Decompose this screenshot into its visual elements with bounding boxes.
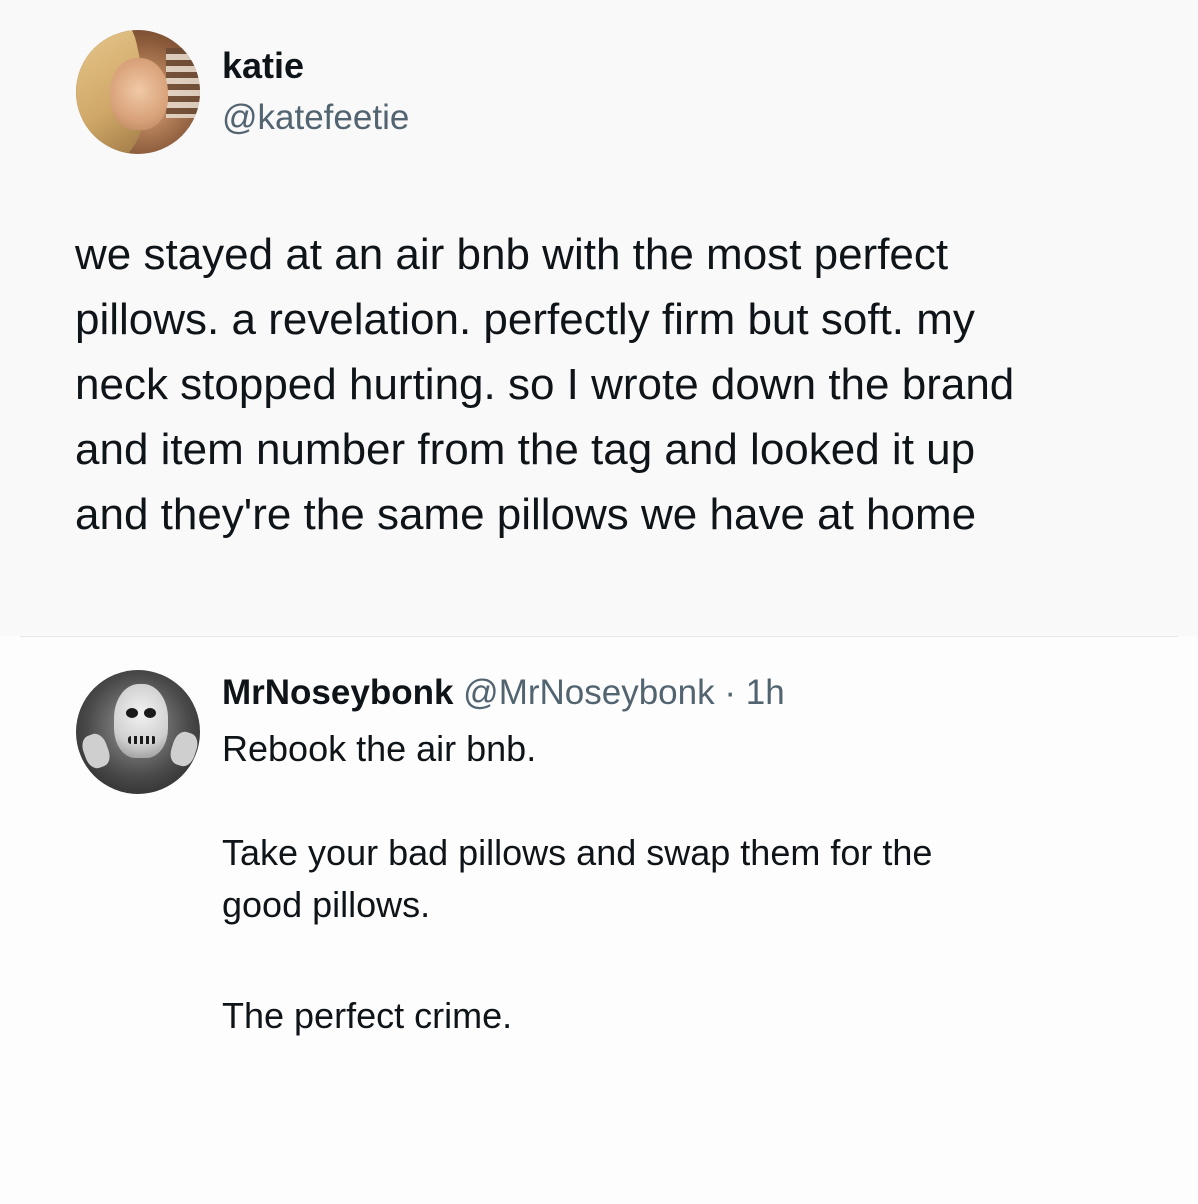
reply-paragraph: Rebook the air bnb. bbox=[222, 723, 1162, 775]
reply-text-line: Take your bad pillows and swap them for … bbox=[222, 832, 933, 873]
reply-paragraph: Take your bad pillows and swap them for … bbox=[222, 827, 1162, 931]
original-tweet: katie @katefeetie we stayed at an air bn… bbox=[0, 0, 1198, 636]
tweet-text-line: pillows. a revelation. perfectly firm bu… bbox=[75, 295, 975, 344]
author-handle[interactable]: @katefeetie bbox=[222, 96, 409, 140]
avatar-katie[interactable] bbox=[76, 30, 200, 154]
avatar-mrnoseybonk[interactable] bbox=[76, 670, 200, 794]
reply-timestamp[interactable]: 1h bbox=[746, 673, 785, 712]
tweet-text-line: neck stopped hurting. so I wrote down th… bbox=[75, 360, 1015, 409]
tweet-text-line: we stayed at an air bnb with the most pe… bbox=[75, 230, 949, 279]
reply-text-line: Rebook the air bnb. bbox=[222, 728, 537, 769]
reply-paragraph: The perfect crime. bbox=[222, 990, 1162, 1042]
tweet-text-line: and they're the same pillows we have at … bbox=[75, 490, 977, 539]
reply-header: MrNoseybonk @MrNoseybonk · 1h bbox=[222, 671, 785, 715]
reply-text-line: good pillows. bbox=[222, 884, 431, 925]
reply-text-line: The perfect crime. bbox=[222, 995, 513, 1036]
tweet-text: we stayed at an air bnb with the most pe… bbox=[75, 222, 1165, 547]
author-display-name[interactable]: katie bbox=[222, 44, 304, 88]
meta-separator: · bbox=[724, 673, 737, 712]
reply-display-name[interactable]: MrNoseybonk bbox=[222, 673, 453, 712]
reply-handle[interactable]: @MrNoseybonk bbox=[463, 673, 714, 712]
reply-tweet: MrNoseybonk @MrNoseybonk · 1h Rebook the… bbox=[0, 637, 1198, 1204]
tweet-text-line: and item number from the tag and looked … bbox=[75, 425, 976, 474]
